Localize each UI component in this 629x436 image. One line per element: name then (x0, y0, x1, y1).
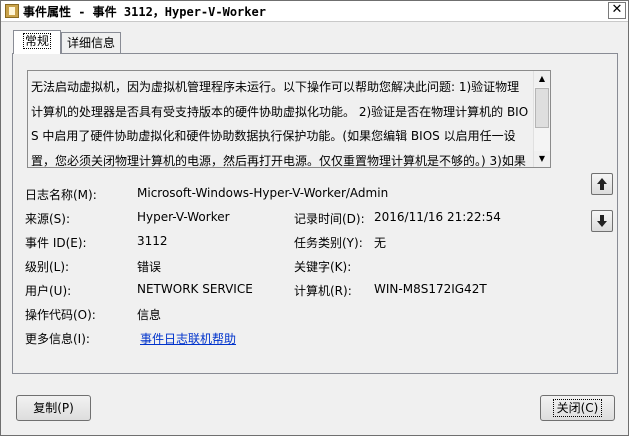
opcode-label: 操作代码(O): (25, 308, 96, 322)
event-properties-window: 事件属性 - 事件 3112，Hyper-V-Worker ✕ 常规 详细信息 … (0, 0, 629, 436)
log-name-label: 日志名称(M): (25, 188, 97, 202)
computer-label: 计算机(R): (294, 284, 352, 298)
task-category-label: 任务类别(Y): (294, 236, 363, 250)
window-title: 事件属性 - 事件 3112，Hyper-V-Worker (23, 5, 266, 19)
close-button-label: 关闭(C) (552, 399, 603, 417)
event-id-label: 事件 ID(E): (25, 236, 87, 250)
scroll-up-icon[interactable]: ▲ (534, 71, 550, 87)
event-description-box[interactable]: 无法启动虚拟机，因为虚拟机管理程序未运行。以下操作可以帮助您解决此问题: 1)验… (27, 70, 551, 168)
previous-event-button[interactable] (591, 173, 613, 195)
event-id-value: 3112 (137, 234, 168, 248)
level-label: 级别(L): (25, 260, 70, 274)
scroll-down-icon[interactable]: ▼ (534, 151, 550, 167)
task-category-value: 无 (374, 236, 387, 250)
close-window-button[interactable]: ✕ (608, 2, 626, 19)
tab-general[interactable]: 常规 (13, 30, 61, 54)
up-arrow-icon (597, 178, 607, 190)
logged-label: 记录时间(D): (294, 212, 365, 226)
close-button[interactable]: 关闭(C) (540, 395, 615, 421)
tab-details-label: 详细信息 (66, 36, 115, 50)
logged-value: 2016/11/16 21:22:54 (374, 210, 501, 224)
copy-button[interactable]: 复制(P) (16, 395, 91, 421)
online-help-link[interactable]: 事件日志联机帮助 (140, 330, 236, 347)
user-value: NETWORK SERVICE (137, 282, 253, 296)
source-label: 来源(S): (25, 212, 71, 226)
source-value: Hyper-V-Worker (137, 210, 230, 224)
event-description: 无法启动虚拟机，因为虚拟机管理程序未运行。以下操作可以帮助您解决此问题: 1)验… (31, 80, 529, 168)
opcode-value: 信息 (137, 308, 162, 322)
computer-value: WIN-M8S172IG42T (374, 282, 487, 296)
event-viewer-icon (5, 4, 19, 18)
tab-details[interactable]: 详细信息 (61, 32, 121, 54)
title-bar[interactable]: 事件属性 - 事件 3112，Hyper-V-Worker ✕ (1, 1, 628, 22)
keywords-label: 关键字(K): (294, 260, 352, 274)
more-info-label: 更多信息(I): (25, 332, 90, 346)
description-scrollbar[interactable]: ▲ ▼ (533, 71, 550, 167)
level-value: 错误 (137, 260, 162, 274)
user-label: 用户(U): (25, 284, 72, 298)
tab-general-label: 常规 (22, 33, 51, 49)
next-event-button[interactable] (591, 210, 613, 232)
log-name-value: Microsoft-Windows-Hyper-V-Worker/Admin (137, 186, 389, 200)
down-arrow-icon (597, 215, 607, 227)
scroll-thumb[interactable] (535, 88, 549, 128)
